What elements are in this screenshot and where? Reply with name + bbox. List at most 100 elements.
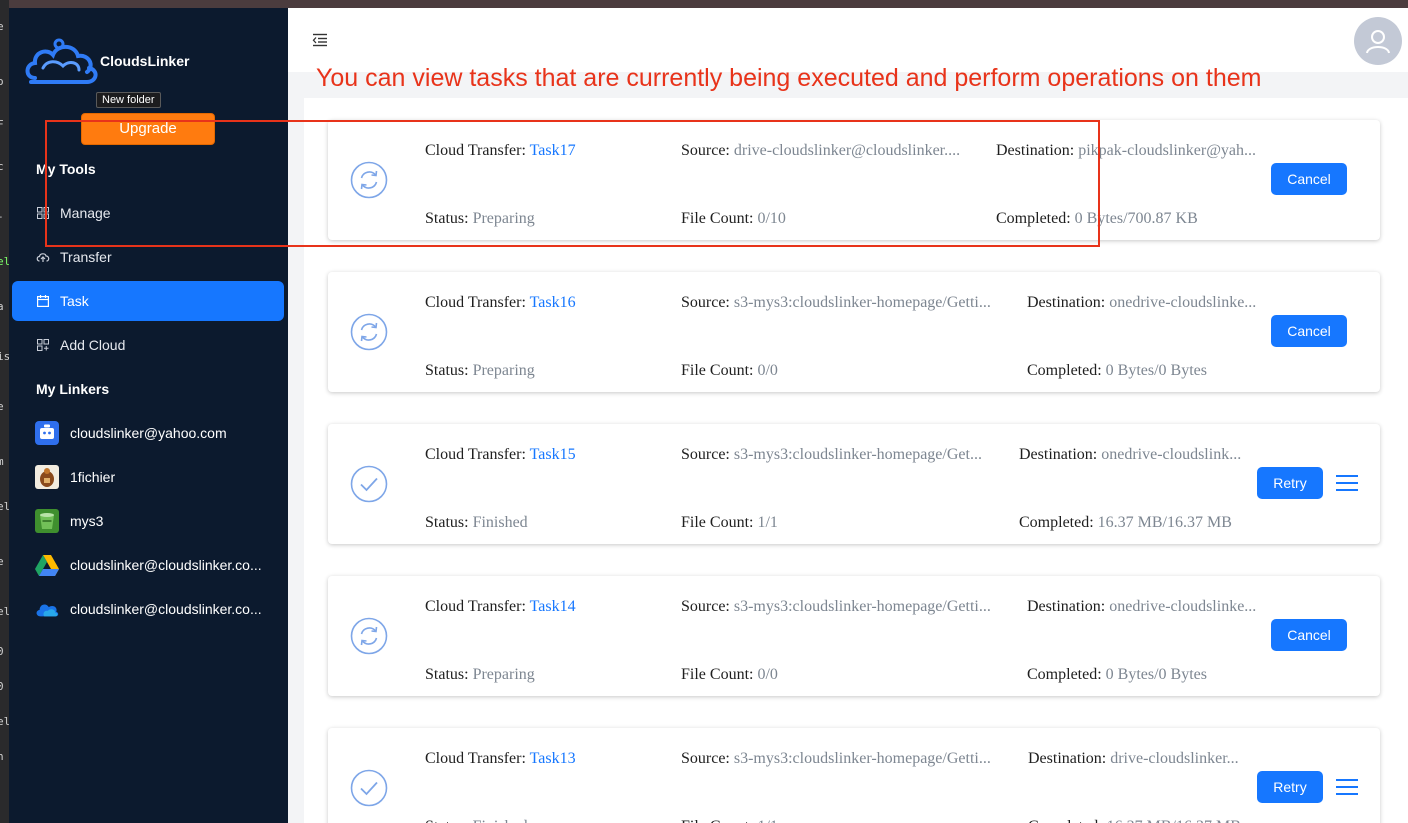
brand-name: CloudsLinker	[100, 53, 190, 69]
task-destination-field: Destination: drive-cloudslinker...	[1028, 750, 1239, 768]
s3-bucket-icon	[35, 509, 59, 533]
sidebar-item-label: Transfer	[60, 249, 112, 265]
google-drive-icon	[35, 553, 59, 577]
task-name-link[interactable]: Task13	[530, 750, 576, 767]
task-file-count-value: 1/1	[757, 818, 777, 823]
task-destination-value: onedrive-cloudslinke...	[1109, 598, 1257, 615]
field-label: Destination:	[1027, 598, 1110, 615]
task-card: Cloud Transfer: Task17 Source: drive-clou…	[328, 120, 1380, 240]
sidebar-item-task[interactable]: Task	[12, 281, 284, 321]
task-name-link[interactable]: Task17	[530, 142, 576, 159]
cancel-button[interactable]: Cancel	[1271, 315, 1347, 347]
field-label: Completed:	[1019, 514, 1098, 531]
linker-onedrive[interactable]: cloudslinker@cloudslinker.co...	[12, 589, 287, 629]
task-status-field: Status: Preparing	[425, 362, 535, 380]
task-source-value: drive-cloudslinker@cloudslinker....	[733, 142, 961, 159]
task-source-field: Source: s3-mys3:cloudslinker-homepage/Ge…	[681, 598, 991, 616]
user-avatar[interactable]	[1354, 17, 1402, 65]
cancel-button[interactable]: Cancel	[1271, 163, 1347, 195]
linker-1fichier[interactable]: 1fichier	[12, 457, 287, 497]
annotation-text: You can view tasks that are currently be…	[316, 64, 1262, 92]
task-completed-field: Completed: 16.37 MB/16.37 MB	[1028, 818, 1241, 823]
task-file-count-value: 1/1	[757, 514, 778, 531]
field-label: File Count:	[681, 210, 758, 227]
field-label: Status:	[425, 514, 473, 531]
task-name-link[interactable]: Task15	[530, 446, 576, 463]
task-status-field: Status: Preparing	[425, 210, 535, 228]
sidebar-item-manage[interactable]: Manage	[12, 193, 284, 233]
sidebar-item-label: Manage	[60, 205, 111, 221]
window-top-bar	[0, 0, 1408, 8]
task-name-link[interactable]: Task14	[530, 598, 576, 615]
task-file-count-value: 0/10	[757, 210, 786, 227]
retry-button[interactable]: Retry	[1257, 771, 1323, 803]
task-destination-field: Destination: onedrive-cloudslinke...	[1027, 598, 1256, 616]
sidebar: CloudsLinker New folder Upgrade My Tools…	[9, 8, 288, 823]
task-source-field: Source: s3-mys3:cloudslinker-homepage/Ge…	[681, 446, 982, 464]
sidebar-item-transfer[interactable]: Transfer	[12, 237, 284, 277]
task-completed-field: Completed: 16.37 MB/16.37 MB	[1019, 514, 1232, 532]
linker-google-drive[interactable]: cloudslinker@cloudslinker.co...	[12, 545, 287, 585]
field-label: Cloud Transfer:	[425, 294, 530, 311]
task-completed-value: 16.37 MB/16.37 MB	[1097, 514, 1232, 531]
top-header	[288, 8, 1408, 72]
retry-button[interactable]: Retry	[1257, 467, 1323, 499]
linker-mys3[interactable]: mys3	[12, 501, 287, 541]
task-completed-field: Completed: 0 Bytes/700.87 KB	[996, 210, 1198, 228]
task-name-field: Cloud Transfer: Task14	[425, 598, 576, 616]
task-file-count-field: File Count: 1/1	[681, 818, 778, 823]
field-label: Destination:	[1028, 750, 1111, 767]
task-name-field: Cloud Transfer: Task17	[425, 142, 576, 160]
cancel-button[interactable]: Cancel	[1271, 619, 1347, 651]
sync-icon	[350, 161, 388, 199]
field-label: Source:	[681, 598, 734, 615]
field-label: File Count:	[681, 818, 757, 823]
task-destination-field: Destination: onedrive-cloudslink...	[1019, 446, 1241, 464]
sync-icon	[350, 617, 388, 655]
menu-fold-icon[interactable]	[312, 33, 328, 47]
field-label: File Count:	[681, 514, 758, 531]
task-name-field: Cloud Transfer: Task13	[425, 750, 576, 768]
user-icon	[1366, 30, 1390, 54]
field-label: Destination:	[996, 142, 1079, 159]
task-destination-field: Destination: onedrive-cloudslinke...	[1027, 294, 1256, 312]
task-file-count-value: 0/0	[757, 362, 778, 379]
task-completed-field: Completed: 0 Bytes/0 Bytes	[1027, 362, 1207, 380]
task-status-field: Status: Finished	[425, 818, 528, 823]
field-label: File Count:	[681, 666, 758, 683]
task-card: Cloud Transfer: Task16 Source: s3-mys3:cl…	[328, 272, 1380, 392]
field-label: Status:	[425, 362, 473, 379]
field-label: Source:	[681, 750, 734, 767]
field-label: Destination:	[1019, 446, 1102, 463]
my-tools-title: My Tools	[36, 161, 96, 177]
task-name-link[interactable]: Task16	[530, 294, 576, 311]
menu-icon[interactable]	[1336, 474, 1358, 492]
linker-pikpak[interactable]: cloudslinker@yahoo.com	[12, 413, 287, 453]
task-source-value: s3-mys3:cloudslinker-homepage/Get...	[733, 446, 982, 463]
task-card: Cloud Transfer: Task13 Source: s3-mys3:cl…	[328, 728, 1380, 823]
linker-label: 1fichier	[70, 469, 116, 485]
task-source-value: s3-mys3:cloudslinker-homepage/Getti...	[733, 294, 991, 311]
task-source-field: Source: drive-cloudslinker@cloudslinker.…	[681, 142, 960, 160]
task-destination-value: onedrive-cloudslinke...	[1109, 294, 1257, 311]
field-label: Cloud Transfer:	[425, 446, 530, 463]
task-source-value: s3-mys3:cloudslinker-homepage/Getti...	[733, 598, 991, 615]
field-label: Source:	[681, 446, 734, 463]
field-label: Completed:	[1027, 362, 1106, 379]
menu-icon[interactable]	[1336, 778, 1358, 796]
task-name-field: Cloud Transfer: Task16	[425, 294, 576, 312]
new-folder-tooltip: New folder	[96, 92, 161, 108]
task-destination-value: onedrive-cloudslink...	[1101, 446, 1242, 463]
task-source-field: Source: s3-mys3:cloudslinker-homepage/Ge…	[681, 750, 991, 768]
task-status-value: Preparing	[472, 666, 535, 683]
task-status-field: Status: Finished	[425, 514, 528, 532]
field-label: Destination:	[1027, 294, 1110, 311]
upgrade-button[interactable]: Upgrade	[81, 113, 215, 145]
pikpak-icon	[35, 421, 59, 445]
task-completed-field: Completed: 0 Bytes/0 Bytes	[1027, 666, 1207, 684]
field-label: Status:	[425, 210, 473, 227]
grid-icon	[36, 206, 50, 220]
field-label: File Count:	[681, 362, 758, 379]
task-completed-value: 0 Bytes/700.87 KB	[1074, 210, 1198, 227]
sidebar-item-add-cloud[interactable]: Add Cloud	[12, 325, 284, 365]
